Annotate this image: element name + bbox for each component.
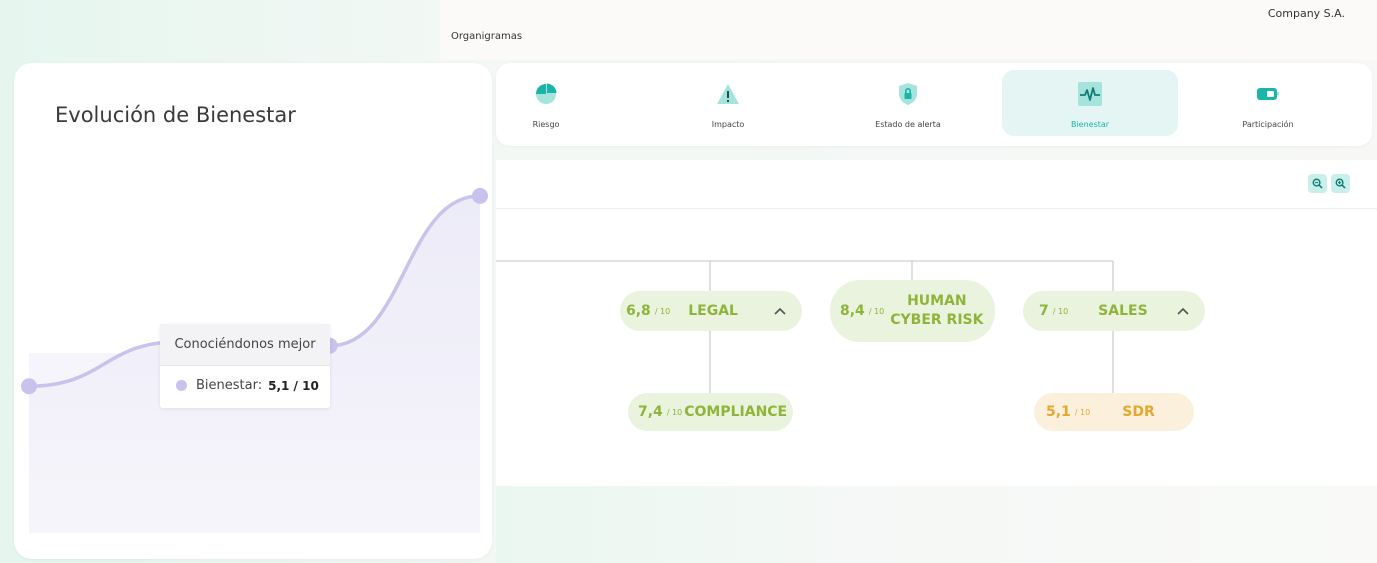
node-scale: / 10 xyxy=(868,306,885,316)
wellbeing-evolution-card: Evolución de Bienestar Conociéndonos mej… xyxy=(14,63,492,559)
chevron-up-icon[interactable] xyxy=(1177,307,1189,315)
background-strip xyxy=(496,486,1377,563)
node-name: SALES xyxy=(1098,302,1148,319)
warning-triangle-icon xyxy=(717,84,739,104)
tab-estado-de-alerta[interactable]: Estado de alerta xyxy=(820,70,996,136)
app-root: Company S.A. Organigramas Evolución de B… xyxy=(0,0,1377,563)
heartbeat-icon xyxy=(1078,82,1102,106)
node-name-line2: CYBER RISK xyxy=(890,312,984,328)
card-title: Evolución de Bienestar xyxy=(55,103,296,127)
tab-impacto[interactable]: Impacto xyxy=(640,70,816,136)
tab-label: Bienestar xyxy=(1070,120,1110,129)
node-name-line1: HUMAN xyxy=(907,293,967,309)
tooltip-row: Bienestar: 5,1 / 10 xyxy=(176,378,319,393)
tooltip-series-label: Bienestar: xyxy=(196,378,263,393)
company-name[interactable]: Company S.A. xyxy=(1268,7,1345,20)
chevron-up-icon[interactable] xyxy=(774,307,786,315)
wellbeing-chart xyxy=(21,187,488,533)
pie-chart-icon xyxy=(536,83,557,104)
org-node-legal[interactable]: 6,8 / 10 LEGAL xyxy=(620,291,802,331)
node-name: LEGAL xyxy=(688,302,738,319)
node-score: 7 xyxy=(1039,303,1049,319)
node-scale: / 10 xyxy=(1074,407,1091,417)
tab-label: Estado de alerta xyxy=(875,120,941,129)
series-dot-icon xyxy=(176,380,187,391)
tooltip-value: 5,1 / 10 xyxy=(268,378,319,393)
battery-icon xyxy=(1257,88,1279,100)
chart-point[interactable] xyxy=(21,378,37,395)
tab-participacion[interactable]: Participación xyxy=(1180,70,1356,136)
node-score: 8,4 xyxy=(840,303,865,319)
org-node-sdr[interactable]: 5,1 / 10 SDR xyxy=(1034,393,1194,431)
tab-bienestar[interactable]: Bienestar xyxy=(1002,70,1178,136)
node-name: COMPLIANCE xyxy=(684,403,788,420)
node-score: 7,4 xyxy=(638,404,663,420)
org-chart-panel: 6,8 / 10 LEGAL 8,4 / 10 HUMAN CYBER RISK… xyxy=(496,160,1377,486)
breadcrumb: Organigramas xyxy=(451,31,523,42)
node-name: HUMAN CYBER RISK xyxy=(890,292,983,330)
chart-point[interactable] xyxy=(472,187,488,204)
top-bar: Company S.A. Organigramas xyxy=(440,0,1377,60)
org-node-human-cyber-risk[interactable]: 8,4 / 10 HUMAN CYBER RISK xyxy=(830,280,995,342)
node-score: 5,1 xyxy=(1046,404,1071,420)
org-node-compliance[interactable]: 7,4 / 10 COMPLIANCE xyxy=(628,393,793,431)
tab-label: Riesgo xyxy=(532,120,560,129)
node-scale: / 10 xyxy=(1052,306,1069,316)
org-node-sales[interactable]: 7 / 10 SALES xyxy=(1023,291,1205,331)
node-scale: / 10 xyxy=(666,407,683,417)
tab-riesgo[interactable]: Riesgo xyxy=(458,70,634,136)
shield-lock-icon xyxy=(899,83,917,105)
node-name: SDR xyxy=(1122,403,1155,420)
tooltip-title: Conociéndonos mejor xyxy=(160,324,330,366)
tab-label: Impacto xyxy=(711,120,745,129)
chart-tooltip: Conociéndonos mejor Bienestar: 5,1 / 10 xyxy=(160,324,330,408)
node-scale: / 10 xyxy=(654,306,671,316)
node-score: 6,8 xyxy=(626,303,651,319)
metric-tab-bar: Riesgo Impacto Estado de alerta Bienesta… xyxy=(496,63,1372,146)
tab-label: Participación xyxy=(1242,120,1294,129)
